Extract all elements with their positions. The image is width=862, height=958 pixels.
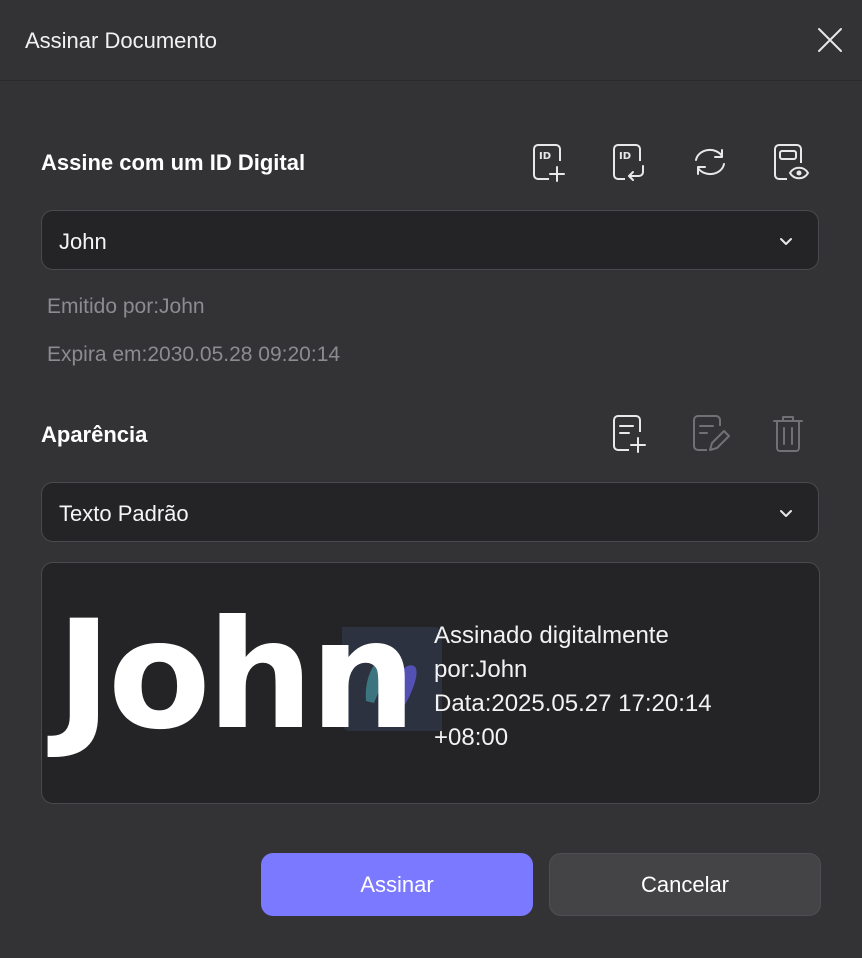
signature-details: Assinado digitalmente por:John Data:2025… (434, 619, 712, 755)
appearance-edit-icon[interactable] (688, 411, 732, 455)
svg-text:ID: ID (619, 151, 631, 162)
cancel-button[interactable]: Cancelar (549, 853, 821, 916)
dialog-titlebar: Assinar Documento (0, 0, 862, 81)
chevron-down-icon (780, 510, 792, 517)
issued-by-text: Emitido por:John (47, 295, 205, 318)
close-icon[interactable] (815, 25, 845, 55)
digital-id-select[interactable]: John (41, 210, 819, 270)
appearance-add-icon[interactable] (607, 411, 651, 455)
delete-icon[interactable] (766, 411, 810, 455)
sign-button[interactable]: Assinar (261, 853, 533, 916)
expires-text: Expira em:2030.05.28 09:20:14 (47, 343, 341, 366)
signature-preview: John Assinado digitalmente por:John Data… (41, 562, 820, 804)
id-import-icon[interactable]: ID (607, 140, 651, 184)
signature-line: por:John (434, 656, 528, 683)
refresh-icon[interactable] (688, 140, 732, 184)
signature-name: John (56, 589, 416, 763)
digital-id-selected: John (59, 229, 107, 254)
digital-id-heading: Assine com um ID Digital (41, 150, 306, 175)
signature-line: Assinado digitalmente (434, 622, 669, 649)
id-add-icon[interactable]: ID (527, 140, 571, 184)
dialog-title: Assinar Documento (25, 28, 217, 53)
appearance-selected: Texto Padrão (59, 501, 189, 526)
chevron-down-icon (780, 238, 792, 245)
signature-line: Data:2025.05.27 17:20:14 (434, 690, 712, 717)
svg-text:ID: ID (539, 151, 551, 162)
appearance-heading: Aparência (41, 422, 148, 447)
id-view-icon[interactable] (768, 140, 812, 184)
signature-line: +08:00 (434, 724, 509, 751)
appearance-select[interactable]: Texto Padrão (41, 482, 819, 542)
